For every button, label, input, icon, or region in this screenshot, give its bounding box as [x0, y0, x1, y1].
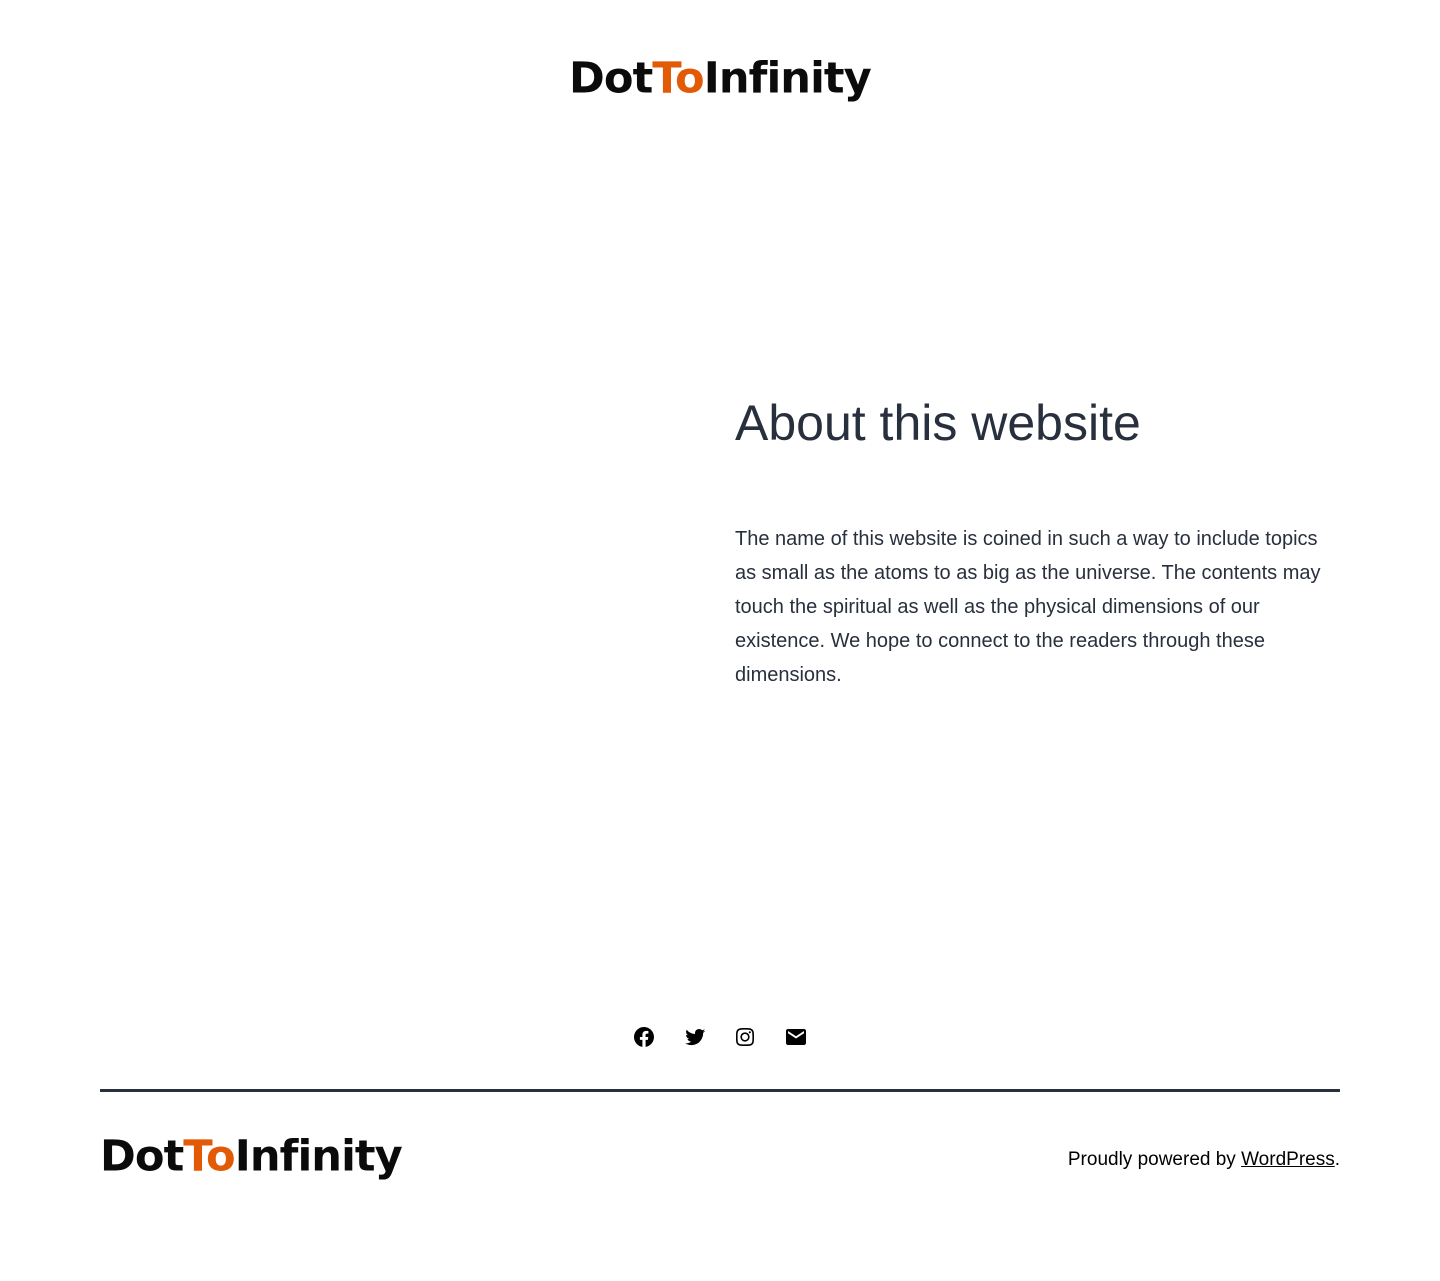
instagram-link[interactable]: [721, 1020, 769, 1054]
logo-text-to: To: [652, 52, 704, 103]
email-icon: [785, 1028, 806, 1045]
powered-by-suffix: .: [1334, 1149, 1340, 1170]
twitter-icon: [684, 1028, 705, 1045]
social-links-menu: [620, 1020, 820, 1054]
wordpress-link[interactable]: WordPress: [1241, 1149, 1335, 1170]
footer-logo-text-to: To: [183, 1130, 235, 1181]
powered-by-prefix: Proudly powered by: [1067, 1149, 1242, 1170]
facebook-link[interactable]: [620, 1020, 668, 1054]
logo-text-infinity: Infinity: [703, 52, 872, 103]
footer-logo-text-infinity: Infinity: [234, 1130, 403, 1181]
facebook-icon: [634, 1026, 654, 1047]
site-logo[interactable]: DotToInfinity: [569, 56, 872, 105]
page-title: About this website: [735, 395, 1141, 451]
powered-by-text: Proudly powered by WordPress.: [1068, 1149, 1340, 1171]
logo-text-dot: Dot: [569, 52, 653, 103]
footer-divider: [100, 1089, 1340, 1092]
instagram-icon: [736, 1027, 755, 1046]
footer-logo-text-dot: Dot: [100, 1130, 184, 1181]
footer-logo[interactable]: DotToInfinity: [100, 1134, 403, 1183]
email-link[interactable]: [772, 1020, 820, 1054]
twitter-link[interactable]: [671, 1020, 719, 1054]
about-paragraph: The name of this website is coined in su…: [735, 528, 1321, 686]
